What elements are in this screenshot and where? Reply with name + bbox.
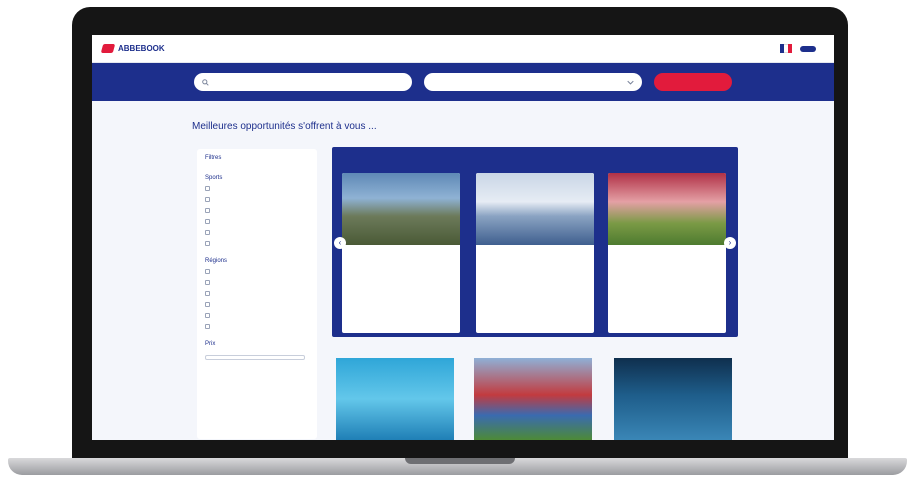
event-card[interactable] (476, 173, 594, 333)
header-actions (780, 44, 824, 53)
checkbox[interactable] (205, 186, 210, 191)
checkbox[interactable] (205, 291, 210, 296)
category-select[interactable] (424, 73, 642, 91)
filter-option[interactable] (205, 324, 309, 329)
filter-group-sports: Sports (205, 175, 309, 246)
card-image-sailing (476, 173, 594, 245)
filter-option[interactable] (205, 313, 309, 318)
french-flag-icon[interactable] (780, 44, 792, 53)
card-title (484, 253, 586, 271)
filters-title: Filtres (205, 155, 222, 161)
logo-text: ABBEBOOK (118, 44, 165, 53)
chevron-down-icon (627, 80, 634, 85)
filter-option[interactable] (205, 269, 309, 274)
featured-section: ‹ › (332, 147, 738, 337)
search-icon (202, 78, 209, 86)
event-card-swimming[interactable] (336, 358, 454, 440)
filter-option[interactable] (205, 280, 309, 285)
filter-option[interactable] (205, 197, 309, 202)
filter-group-price: Prix (205, 341, 309, 360)
filter-group-regions: Régions (205, 258, 309, 329)
checkbox[interactable] (205, 197, 210, 202)
card-title (616, 253, 718, 271)
event-card-football[interactable] (474, 358, 592, 440)
arrow-left-icon[interactable]: ‹ (334, 237, 346, 249)
filter-option[interactable] (205, 219, 309, 224)
filter-option[interactable] (205, 241, 309, 246)
event-card-surfing[interactable] (614, 358, 732, 440)
arrow-right-icon[interactable]: › (724, 237, 736, 249)
checkbox[interactable] (205, 280, 210, 285)
page-title: Meilleures opportunités s'offrent à vous… (192, 121, 377, 132)
search-input[interactable] (194, 73, 412, 91)
checkbox[interactable] (205, 241, 210, 246)
filter-group-label: Prix (205, 341, 216, 347)
checkbox[interactable] (205, 302, 210, 307)
site-logo[interactable]: ABBEBOOK (100, 44, 165, 53)
checkbox[interactable] (205, 324, 210, 329)
filter-group-label: Régions (205, 258, 228, 264)
filter-option[interactable] (205, 186, 309, 191)
checkbox[interactable] (205, 230, 210, 235)
filter-option[interactable] (205, 208, 309, 213)
event-card[interactable] (608, 173, 726, 333)
filter-option[interactable] (205, 302, 309, 307)
card-image-rugby (608, 173, 726, 245)
laptop-notch (405, 458, 515, 464)
top-navigation: ABBEBOOK (92, 35, 834, 63)
checkbox[interactable] (205, 269, 210, 274)
laptop-screen: ABBEBOOK Meilleures opportunités s'offre… (92, 35, 834, 440)
card-image-mountain (342, 173, 460, 245)
search-button[interactable] (654, 73, 732, 91)
card-title (350, 253, 452, 271)
filters-panel: Filtres Sports Régions Prix (197, 149, 317, 439)
primary-header-button[interactable] (800, 45, 816, 52)
filter-option[interactable] (205, 230, 309, 235)
checkbox[interactable] (205, 313, 210, 318)
event-card[interactable] (342, 173, 460, 333)
filter-group-label: Sports (205, 175, 223, 181)
checkbox[interactable] (205, 208, 210, 213)
checkbox[interactable] (205, 219, 210, 224)
price-range-slider[interactable] (205, 355, 305, 360)
search-band (92, 63, 834, 101)
logo-mark (100, 44, 116, 53)
filter-option[interactable] (205, 291, 309, 296)
